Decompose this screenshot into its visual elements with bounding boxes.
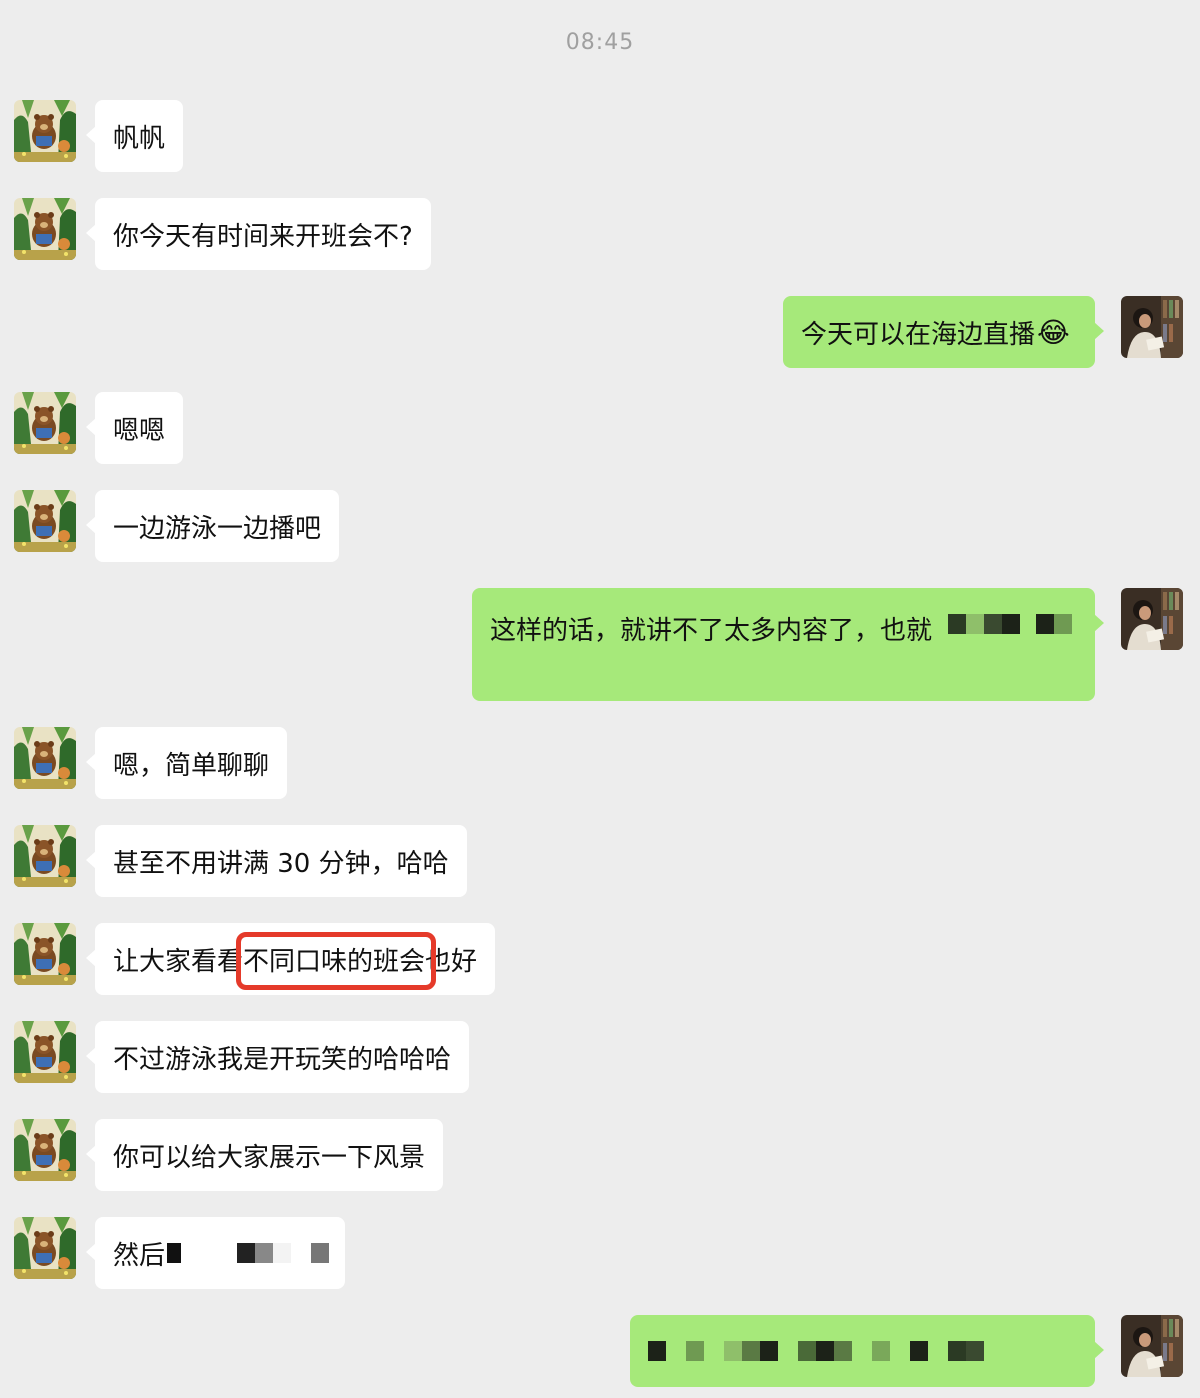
message-bubble[interactable]: 不过游泳我是开玩笑的哈哈哈 — [85, 1021, 470, 1093]
message-text: 一边游泳一边播吧 — [113, 513, 322, 544]
contact-avatar[interactable] — [14, 727, 76, 789]
chat-timestamp: 08:45 — [565, 30, 635, 55]
highlight-box — [236, 932, 436, 990]
redacted-mosaic — [648, 1341, 984, 1361]
message-bubble[interactable]: 嗯嗯 — [85, 392, 184, 464]
message-text: 你今天有时间来开班会不? — [113, 221, 413, 252]
message-text: 嗯，简单聊聊 — [113, 750, 270, 781]
contact-avatar[interactable] — [14, 825, 76, 887]
contact-avatar[interactable] — [14, 490, 76, 552]
contact-avatar[interactable] — [14, 198, 76, 260]
message-bubble[interactable]: 甚至不用讲满 30 分钟，哈哈 — [86, 825, 467, 897]
message-text: 然后 — [113, 1240, 166, 1271]
redacted-mosaic — [948, 614, 1073, 634]
message-text: 甚至不用讲满 30 分钟，哈哈 — [113, 848, 449, 879]
laughing-emoji: 😂 — [1037, 315, 1070, 349]
contact-avatar[interactable] — [14, 100, 76, 162]
message-text: 不过游泳我是开玩笑的哈哈哈 — [113, 1044, 452, 1075]
message-bubble[interactable]: 你可以给大家展示一下风景 — [85, 1119, 444, 1191]
contact-avatar[interactable] — [14, 1021, 76, 1083]
message-bubble[interactable]: 一边游泳一边播吧 — [85, 490, 340, 562]
message-text: 你可以给大家展示一下风景 — [113, 1142, 426, 1173]
contact-avatar[interactable] — [14, 392, 76, 454]
message-text: 这样的话，就讲不了太多内容了，也就 — [490, 616, 933, 646]
redacted-mosaic — [167, 1243, 330, 1263]
message-bubble[interactable]: 嗯，简单聊聊 — [85, 727, 288, 799]
message-bubble[interactable]: 帆帆 — [85, 100, 184, 172]
contact-avatar[interactable] — [14, 923, 76, 985]
message-bubble[interactable]: 这样的话，就讲不了太多内容了，也就 — [472, 588, 1104, 701]
message-text: 帆帆 — [113, 123, 166, 154]
contact-avatar[interactable] — [14, 1119, 76, 1181]
message-text: 嗯嗯 — [113, 415, 166, 446]
message-bubble[interactable] — [630, 1315, 1104, 1387]
self-avatar[interactable] — [1121, 1315, 1183, 1377]
message-bubble[interactable]: 今天可以在海边直播 😂 — [783, 296, 1104, 368]
message-bubble[interactable]: 你今天有时间来开班会不? — [86, 198, 431, 270]
message-bubble[interactable]: 然后 — [86, 1217, 345, 1289]
message-text: 今天可以在海边直播 — [801, 319, 1036, 350]
self-avatar[interactable] — [1121, 296, 1183, 358]
contact-avatar[interactable] — [14, 1217, 76, 1279]
self-avatar[interactable] — [1121, 588, 1183, 650]
